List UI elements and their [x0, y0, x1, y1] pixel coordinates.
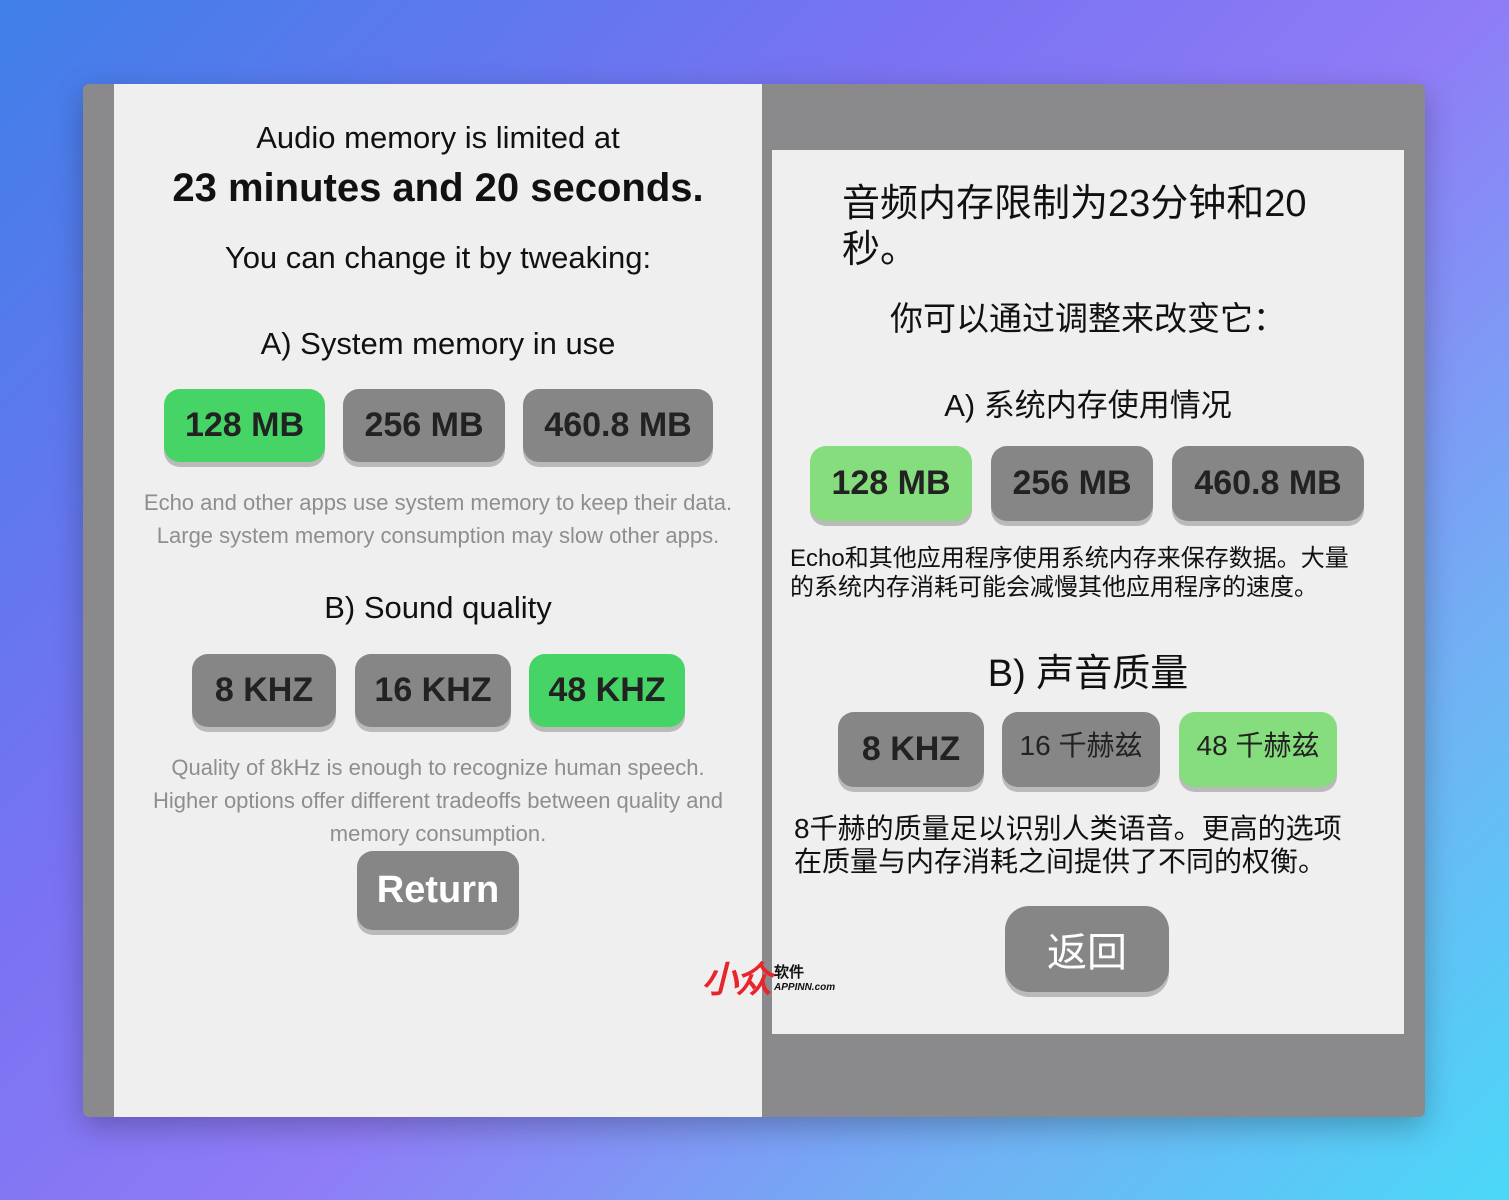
system-memory-heading-zh: A) 系统内存使用情况	[944, 388, 1232, 423]
return-button-zh[interactable]: 返回	[1005, 906, 1169, 992]
quality-description-line-3: memory consumption.	[329, 821, 547, 846]
return-button[interactable]: Return	[357, 851, 519, 930]
quality-8khz-button[interactable]: 8 KHZ	[192, 654, 336, 727]
memory-description-zh-line-1: Echo和其他应用程序使用系统内存来保存数据。大量	[790, 545, 1349, 572]
quality-description: Quality of 8kHz is enough to recognize h…	[114, 751, 762, 850]
quality-description-zh-line-2: 在质量与内存消耗之间提供了不同的权衡。	[794, 846, 1327, 877]
memory-description-zh-line-2: 的系统内存消耗可能会减慢其他应用程序的速度。	[790, 574, 1318, 601]
memory-limit-value: 23 minutes and 20 seconds.	[172, 166, 704, 210]
memory-description-zh: Echo和其他应用程序使用系统内存来保存数据。大量 的系统内存消耗可能会减慢其他…	[790, 544, 1349, 602]
tweak-hint: You can change it by tweaking:	[224, 240, 652, 275]
quality-48khz-button-zh[interactable]: 48 千赫兹	[1179, 712, 1337, 787]
quality-description-zh: 8千赫的质量足以识别人类语音。更高的选项 在质量与内存消耗之间提供了不同的权衡。	[794, 812, 1342, 878]
memory-limit-title-line-2: 秒。	[842, 229, 919, 271]
tweak-hint-zh: 你可以通过调整来改变它：	[890, 300, 1286, 337]
memory-description: Echo and other apps use system memory to…	[114, 486, 762, 552]
quality-48khz-button[interactable]: 48 KHZ	[529, 654, 685, 727]
sound-quality-heading: B) Sound quality	[324, 590, 552, 625]
quality-description-line-1: Quality of 8kHz is enough to recognize h…	[171, 755, 705, 780]
appinn-site-text: APPINN.com	[774, 982, 836, 993]
memory-description-line-1: Echo and other apps use system memory to…	[143, 490, 733, 515]
appinn-cn-text: 软件	[774, 964, 805, 981]
chinese-settings-panel: 音频内存限制为23分钟和20 秒。 你可以通过调整来改变它： A) 系统内存使用…	[772, 150, 1404, 1034]
memory-description-line-2: Large system memory consumption may slow…	[156, 523, 720, 548]
sound-quality-heading-zh: B) 声音质量	[987, 653, 1189, 695]
memory-128mb-button[interactable]: 128 MB	[164, 389, 325, 462]
quality-description-line-2: Higher options offer different tradeoffs…	[153, 788, 723, 813]
memory-460mb-button[interactable]: 460.8 MB	[523, 389, 713, 462]
quality-8khz-button-zh[interactable]: 8 KHZ	[838, 712, 984, 787]
quality-16khz-button[interactable]: 16 KHZ	[355, 654, 511, 727]
english-settings-panel: Audio memory is limited at 23 minutes an…	[114, 84, 762, 1117]
appinn-logo: 小众	[702, 959, 772, 1000]
appinn-watermark: 小众 软件 APPINN.com	[702, 962, 862, 998]
appinn-wordmark: 软件 APPINN.com	[774, 965, 835, 995]
memory-256mb-button[interactable]: 256 MB	[343, 389, 505, 462]
memory-limit-intro: Audio memory is limited at	[256, 120, 620, 155]
memory-460mb-button-zh[interactable]: 460.8 MB	[1172, 446, 1364, 521]
quality-description-zh-line-1: 8千赫的质量足以识别人类语音。更高的选项	[794, 813, 1342, 844]
quality-16khz-button-zh[interactable]: 16 千赫兹	[1002, 712, 1160, 787]
memory-256mb-button-zh[interactable]: 256 MB	[991, 446, 1153, 521]
memory-128mb-button-zh[interactable]: 128 MB	[810, 446, 972, 521]
system-memory-heading: A) System memory in use	[260, 326, 616, 361]
